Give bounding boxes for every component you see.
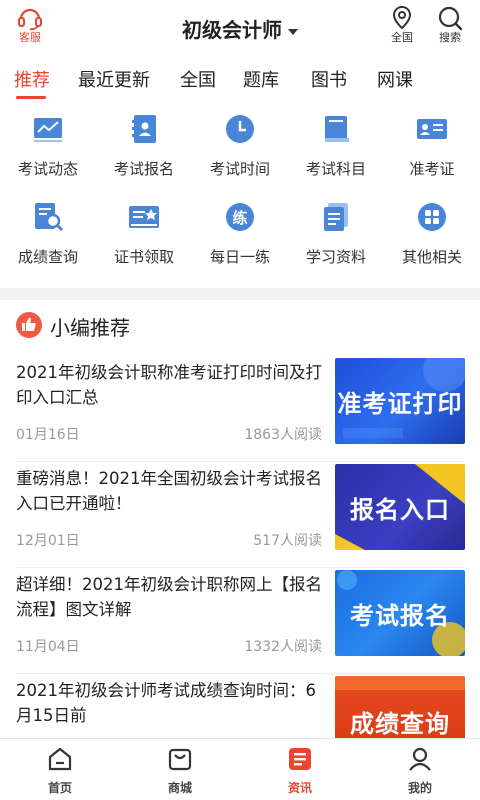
- tab-recent[interactable]: 最近更新: [78, 66, 150, 92]
- article-title: 2021年初级会计职称准考证打印时间及打印入口汇总: [16, 363, 322, 407]
- certificate-icon: [127, 200, 161, 234]
- grid-item-subjects[interactable]: 考试科目: [288, 108, 384, 192]
- clock-icon: [223, 112, 257, 146]
- grid-item-study-materials[interactable]: 学习资料: [288, 196, 384, 280]
- tab-national[interactable]: 全国: [180, 66, 216, 92]
- grid-label: 学习资料: [305, 248, 366, 266]
- article-read-count: 1332人阅读: [244, 639, 322, 655]
- article-item[interactable]: 2021年初级会计职称准考证打印时间及打印入口汇总 01月16日 1863人阅读…: [0, 356, 480, 462]
- grid-item-certificate[interactable]: 证书领取: [96, 196, 192, 280]
- nav-mine[interactable]: 我的: [360, 745, 480, 796]
- grid-label: 考试报名: [113, 160, 174, 178]
- apps-icon: [415, 200, 449, 234]
- home-icon: [46, 745, 74, 773]
- section-divider: [0, 288, 480, 300]
- thumbnail-caption: 准考证打印: [337, 390, 463, 418]
- article-thumbnail: 报名入口: [335, 464, 465, 550]
- article-title: 超详细！2021年初级会计职称网上【报名流程】图文详解: [16, 575, 322, 619]
- nav-mall[interactable]: 商城: [120, 745, 240, 796]
- nav-label: 商城: [167, 781, 192, 795]
- location-pin-icon: [388, 4, 416, 32]
- article-title: 2021年初级会计师考试成绩查询时间：6月15日前: [16, 681, 316, 725]
- grid-item-others[interactable]: 其他相关: [384, 196, 480, 280]
- search-button[interactable]: 搜索: [430, 4, 470, 44]
- news-icon: [286, 745, 314, 773]
- article-item[interactable]: 超详细！2021年初级会计职称网上【报名流程】图文详解 11月04日 1332人…: [0, 568, 480, 674]
- thumbnail-caption: 报名入口: [350, 496, 450, 524]
- tab-question-bank[interactable]: 题库: [243, 66, 279, 92]
- doc-search-icon: [31, 200, 65, 234]
- nav-home[interactable]: 首页: [0, 745, 120, 796]
- user-icon: [406, 745, 434, 773]
- nav-label: 我的: [407, 781, 432, 795]
- article-item[interactable]: 重磅消息！2021年全国初级会计考试报名入口已开通啦！ 12月01日 517人阅…: [0, 462, 480, 568]
- thumbnail-caption: 成绩查询: [350, 710, 450, 738]
- book-icon: [319, 112, 353, 146]
- region-button[interactable]: 全国: [382, 4, 422, 44]
- article-date: 01月16日: [16, 427, 80, 443]
- contact-book-icon: [127, 112, 161, 146]
- app-root: 客服 初级会计师 全国 搜索 推荐 最近更新 全国 题库 图书 网课 考试动态 …: [0, 0, 480, 800]
- trend-chart-icon: [31, 112, 65, 146]
- article-read-count: 517人阅读: [253, 533, 322, 549]
- category-tabs: 推荐 最近更新 全国 题库 图书 网课: [0, 60, 480, 100]
- grid-item-score-query[interactable]: 成绩查询: [0, 196, 96, 280]
- grid-item-admission-ticket[interactable]: 准考证: [384, 108, 480, 192]
- tab-books[interactable]: 图书: [311, 66, 347, 92]
- svg-text:练: 练: [232, 209, 247, 227]
- tab-recommend[interactable]: 推荐: [14, 66, 50, 92]
- tab-online-courses[interactable]: 网课: [377, 66, 413, 92]
- grid-label: 每日一练: [209, 248, 270, 266]
- article-date: 12月01日: [16, 533, 80, 549]
- grid-label: 成绩查询: [17, 248, 78, 266]
- exam-title: 初级会计师: [182, 18, 282, 42]
- grid-label: 考试科目: [305, 160, 366, 178]
- grid-label: 考试动态: [17, 160, 78, 178]
- grid-item-daily-practice[interactable]: 练 每日一练: [192, 196, 288, 280]
- grid-label: 考试时间: [209, 160, 270, 178]
- search-label: 搜索: [439, 31, 461, 44]
- nav-label: 资讯: [287, 781, 312, 795]
- id-card-icon: [415, 112, 449, 146]
- nav-news[interactable]: 资讯: [240, 745, 360, 796]
- thumbs-up-icon: [16, 312, 42, 338]
- grid-label: 其他相关: [401, 248, 462, 266]
- grid-item-registration[interactable]: 考试报名: [96, 108, 192, 192]
- documents-icon: [319, 200, 353, 234]
- grid-item-exam-news[interactable]: 考试动态: [0, 108, 96, 192]
- practice-icon: 练: [223, 200, 257, 234]
- shortcut-grid: 考试动态 考试报名 考试时间 考试科目 准考证 成绩查询 证书领取 练 每日一练…: [0, 108, 480, 284]
- article-date: 11月04日: [16, 639, 80, 655]
- shopping-bag-icon: [166, 745, 194, 773]
- grid-item-exam-time[interactable]: 考试时间: [192, 108, 288, 192]
- grid-label: 证书领取: [113, 248, 174, 266]
- section-title: 小编推荐: [50, 316, 130, 340]
- article-title: 重磅消息！2021年全国初级会计考试报名入口已开通啦！: [16, 469, 322, 513]
- thumbnail-caption: 考试报名: [350, 602, 450, 630]
- region-label: 全国: [391, 31, 413, 44]
- article-thumbnail: 考试报名: [335, 570, 465, 656]
- bottom-navigation: 首页 商城 资讯 我的: [0, 738, 480, 800]
- active-tab-indicator: [16, 96, 46, 99]
- grid-label: 准考证: [409, 160, 455, 178]
- nav-label: 首页: [47, 781, 72, 795]
- top-header: 客服 初级会计师 全国 搜索: [0, 0, 480, 56]
- caret-down-icon: [288, 28, 298, 35]
- search-icon: [436, 4, 464, 32]
- article-read-count: 1863人阅读: [244, 427, 322, 443]
- article-thumbnail: 准考证打印: [335, 358, 465, 444]
